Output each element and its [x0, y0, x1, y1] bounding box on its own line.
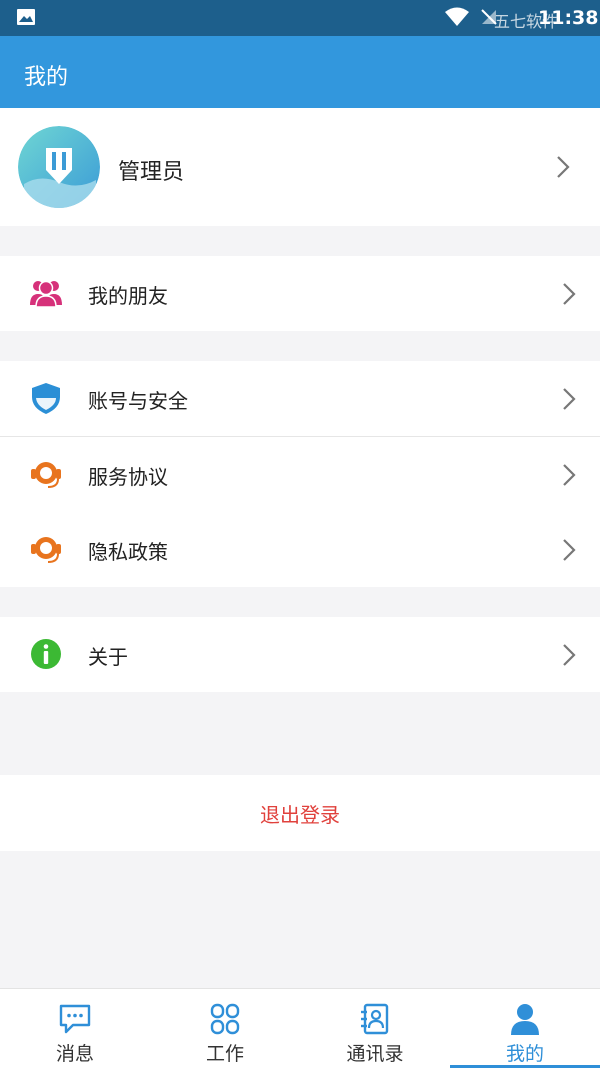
menu-label-account-security: 账号与安全: [88, 389, 188, 413]
image-icon: [17, 9, 35, 25]
chat-icon: [59, 1004, 91, 1034]
tab-me[interactable]: 我的: [450, 989, 600, 1071]
headset-icon: [31, 537, 61, 563]
chevron-right-icon: [563, 388, 576, 410]
menu-label-about: 关于: [88, 645, 128, 669]
bottom-tab-bar: 消息 工作 通讯录 我的: [0, 988, 600, 1071]
chevron-right-icon: [557, 156, 570, 178]
menu-label-service-agreement: 服务协议: [88, 465, 168, 489]
grid-icon: [210, 1003, 240, 1035]
menu-item-about[interactable]: 关于: [0, 617, 600, 692]
app-header: 我的: [0, 36, 600, 108]
logout-label: 退出登录: [260, 802, 340, 827]
profile-row[interactable]: 管理员: [0, 108, 600, 226]
tab-label-work: 工作: [205, 1043, 244, 1065]
status-time: 11:38: [538, 7, 599, 29]
tab-work[interactable]: 工作: [150, 989, 300, 1071]
chevron-right-icon: [563, 283, 576, 305]
chevron-right-icon: [563, 464, 576, 486]
avatar-logo-icon: [18, 126, 100, 208]
menu-item-friends[interactable]: 我的朋友: [0, 256, 600, 331]
tab-contacts[interactable]: 通讯录: [300, 989, 450, 1071]
person-icon: [511, 1004, 539, 1035]
contacts-icon: [361, 1003, 389, 1035]
profile-name: 管理员: [118, 160, 185, 185]
shield-icon: [32, 383, 60, 414]
wifi-icon: [445, 7, 469, 26]
page-title: 我的: [24, 65, 69, 90]
avatar: [18, 126, 100, 208]
chevron-right-icon: [563, 644, 576, 666]
logout-button[interactable]: 退出登录: [0, 775, 600, 851]
menu-item-account-security[interactable]: 账号与安全: [0, 361, 600, 436]
users-icon: [30, 280, 62, 308]
menu-item-privacy-policy[interactable]: 隐私政策: [0, 512, 600, 587]
headset-icon: [31, 462, 61, 488]
status-bar: 五七软件 11:38: [0, 0, 600, 36]
menu-label-privacy-policy: 隐私政策: [88, 540, 168, 564]
tab-messages[interactable]: 消息: [0, 989, 150, 1071]
tab-label-contacts: 通讯录: [346, 1043, 404, 1065]
tab-label-messages: 消息: [55, 1043, 94, 1065]
menu-item-service-agreement[interactable]: 服务协议: [0, 437, 600, 512]
chevron-right-icon: [563, 539, 576, 561]
info-icon: [31, 639, 61, 669]
menu-label-friends: 我的朋友: [88, 284, 168, 308]
tab-label-me: 我的: [505, 1043, 544, 1065]
